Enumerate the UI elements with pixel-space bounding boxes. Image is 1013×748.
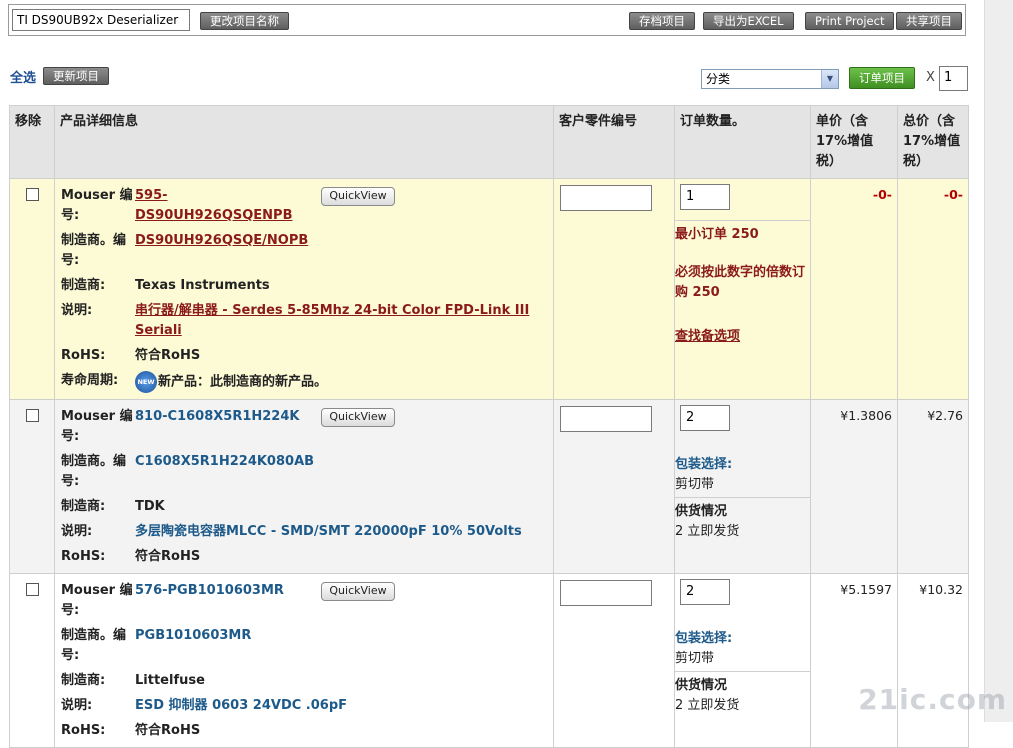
unit-price: ¥1.3806 [810, 399, 898, 574]
customer-part-input[interactable] [560, 406, 652, 432]
rename-project-button[interactable]: 更改项目名称 [200, 12, 289, 30]
packaging-value[interactable]: 剪切带 [675, 649, 810, 669]
header-unit-price: 单价（含17%增值税） [810, 105, 898, 179]
page-scrollbar[interactable] [984, 0, 1013, 722]
table-row: QuickView Mouser 编号: 810-C1608X5R1H224K 制… [9, 399, 969, 574]
total-price: ¥10.32 [897, 573, 969, 748]
table-row: QuickView Mouser 编号: 595-DS90UH926QSQENPB… [9, 178, 969, 400]
supply-label: 供货情况 [675, 678, 728, 693]
rohs-value: 符合RoHS [135, 348, 201, 363]
project-name-input[interactable] [12, 9, 190, 31]
lifecycle-label: 寿命周期: [61, 373, 119, 388]
chevron-down-icon[interactable]: ▼ [821, 70, 838, 88]
quickview-button[interactable]: QuickView [321, 187, 395, 206]
rohs-value: 符合RoHS [135, 723, 201, 738]
quickview-button[interactable]: QuickView [321, 582, 395, 601]
mfr-no-label: 制造商。编号: [61, 454, 127, 489]
order-project-button[interactable]: 订单项目 [849, 67, 915, 89]
quickview-button[interactable]: QuickView [321, 408, 395, 427]
rohs-value: 符合RoHS [135, 549, 201, 564]
remove-checkbox[interactable] [25, 409, 39, 422]
header-total-price: 总价（含17%增值税） [897, 105, 969, 179]
header-details: 产品详细信息 [54, 105, 554, 179]
multiply-sign: X [926, 70, 935, 85]
mouser-no-label: Mouser 编号: [61, 188, 133, 223]
customer-part-input[interactable] [560, 185, 652, 211]
mfr-no-label: 制造商。编号: [61, 233, 127, 268]
category-select[interactable]: 分类 ▼ [701, 69, 839, 89]
quantity-input[interactable]: 2 [680, 405, 730, 431]
mouser-no-link[interactable]: 810-C1608X5R1H224K [135, 407, 315, 447]
archive-project-button[interactable]: 存档项目 [629, 12, 695, 30]
mfr-no-link[interactable]: C1608X5R1H224K080AB [135, 452, 465, 492]
rohs-label: RoHS: [61, 723, 106, 738]
lifecycle-value: NEW 新产品：此制造商的新产品。 [135, 371, 465, 393]
project-bar: 更改项目名称 存档项目 导出为EXCEL Print Project 共享项目 [8, 4, 966, 36]
mouser-no-link[interactable]: 595-DS90UH926QSQENPB [135, 186, 292, 226]
desc-link[interactable]: 串行器/解串器 - Serdes 5-85Mhz 24-bit Color FP… [135, 301, 535, 341]
mfr-label: 制造商: [61, 673, 106, 688]
header-remove: 移除 [9, 105, 55, 179]
new-product-icon: NEW [135, 371, 157, 393]
customer-part-input[interactable] [560, 580, 652, 606]
quantity-input[interactable]: 2 [680, 579, 730, 605]
desc-label: 说明: [61, 524, 93, 539]
packaging-label: 包装选择: [675, 631, 733, 646]
mfr-label: 制造商: [61, 278, 106, 293]
remove-checkbox[interactable] [25, 188, 39, 201]
mfr-label: 制造商: [61, 499, 106, 514]
mouser-no-link[interactable]: 576-PGB1010603MR [135, 581, 315, 621]
table-row: QuickView Mouser 编号: 576-PGB1010603MR 制造商… [9, 573, 969, 748]
header-customer-part: 客户零件编号 [553, 105, 675, 179]
desc-link[interactable]: 多层陶瓷电容器MLCC - SMD/SMT 220000pF 10% 50Vol… [135, 522, 535, 542]
watermark-logo: 21ic.com [858, 683, 1007, 716]
find-alternatives-link[interactable]: 查找备选项 [675, 323, 810, 347]
supply-value: 2 立即发货 [675, 524, 740, 539]
quantity-input[interactable]: 1 [680, 184, 730, 210]
update-project-button[interactable]: 更新项目 [43, 67, 109, 85]
unit-price: -0- [810, 178, 898, 400]
mouser-no-label: Mouser 编号: [61, 583, 133, 618]
header-order-qty: 订单数量。 [674, 105, 811, 179]
mfr-value: Littelfuse [135, 673, 205, 688]
desc-label: 说明: [61, 698, 93, 713]
min-order-note: 最小订单 250 [675, 227, 759, 242]
supply-label: 供货情况 [675, 504, 728, 519]
multiple-order-note: 必须按此数字的倍数订购 250 [675, 265, 806, 300]
unit-price: ¥5.1597 [810, 573, 898, 748]
lifecycle-text: 新产品：此制造商的新产品。 [158, 374, 328, 390]
print-project-button[interactable]: Print Project [805, 12, 895, 30]
table-header-row: 移除 产品详细信息 客户零件编号 订单数量。 单价（含17%增值税） 总价（含1… [9, 105, 969, 179]
select-all-link[interactable]: 全选 [10, 67, 36, 86]
rohs-label: RoHS: [61, 549, 106, 564]
mfr-no-label: 制造商。编号: [61, 628, 127, 663]
mfr-value: TDK [135, 499, 165, 514]
rohs-label: RoHS: [61, 348, 106, 363]
remove-checkbox[interactable] [25, 583, 39, 596]
desc-link[interactable]: ESD 抑制器 0603 24VDC .06pF [135, 696, 535, 716]
category-select-value: 分类 [706, 72, 731, 86]
mfr-no-link[interactable]: DS90UH926QSQE/NOPB [135, 231, 465, 271]
desc-label: 说明: [61, 303, 93, 318]
mfr-value: Texas Instruments [135, 278, 270, 293]
supply-value: 2 立即发货 [675, 698, 740, 713]
total-price: -0- [897, 178, 969, 400]
mouser-no-label: Mouser 编号: [61, 409, 133, 444]
project-quantity-input[interactable]: 1 [939, 66, 968, 91]
packaging-value[interactable]: 剪切带 [675, 475, 810, 495]
share-project-button[interactable]: 共享项目 [896, 12, 962, 30]
project-table: 移除 产品详细信息 客户零件编号 订单数量。 单价（含17%增值税） 总价（含1… [9, 105, 969, 748]
mfr-no-link[interactable]: PGB1010603MR [135, 626, 465, 666]
total-price: ¥2.76 [897, 399, 969, 574]
packaging-label: 包装选择: [675, 457, 733, 472]
export-excel-button[interactable]: 导出为EXCEL [703, 12, 794, 30]
